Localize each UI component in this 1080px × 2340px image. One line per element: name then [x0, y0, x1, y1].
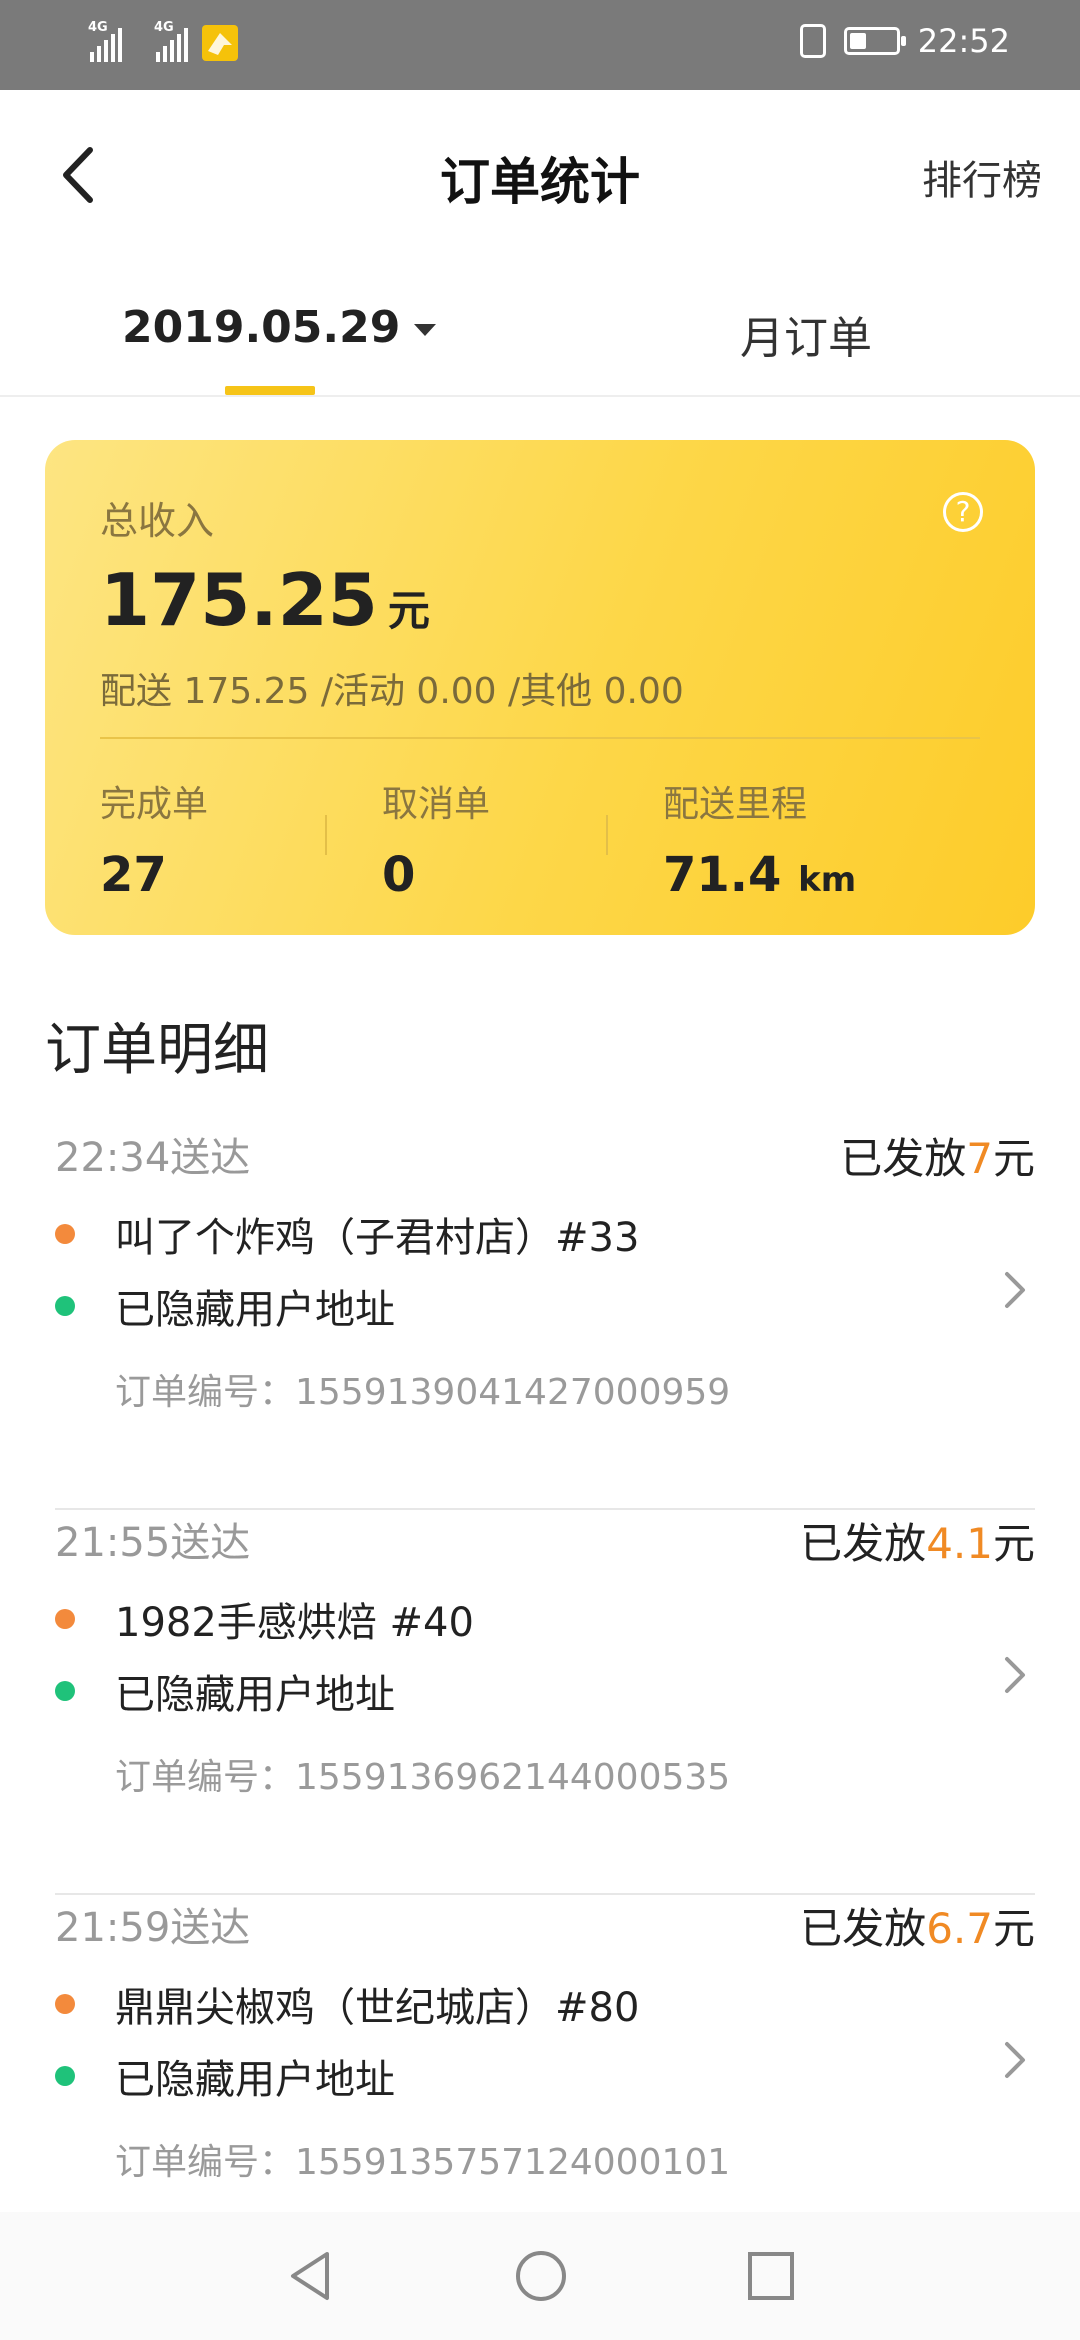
dropoff-dot-icon	[55, 1296, 75, 1316]
tab-date-label: 2019.05.29	[122, 302, 401, 353]
payout-amount: 6.7	[926, 1904, 993, 1953]
order-address: 已隐藏用户地址	[55, 1662, 395, 1720]
page-title: 订单统计	[440, 153, 640, 211]
stat-distance: 配送里程 71.4 km	[663, 775, 856, 903]
income-breakdown: 配送 175.25 /活动 0.00 /其他 0.00	[100, 671, 684, 712]
order-shop: 鼎鼎尖椒鸡（世纪城店）#80	[55, 1975, 639, 2033]
payout-amount: 4.1	[926, 1519, 993, 1568]
pickup-dot-icon	[55, 1609, 75, 1629]
dropoff-dot-icon	[55, 2066, 75, 2086]
signal-label: 4G	[154, 20, 174, 35]
card-divider	[100, 737, 980, 739]
tab-date-picker[interactable]: 2019.05.29	[122, 302, 437, 353]
stat-completed: 完成单 27	[100, 775, 208, 903]
pickup-dot-icon	[55, 1224, 75, 1244]
section-title: 订单明细	[45, 1018, 269, 1083]
battery-icon	[843, 27, 906, 55]
tab-monthly-orders[interactable]: 月订单	[740, 302, 872, 366]
order-time: 21:59送达	[55, 1905, 251, 1951]
leaderboard-link[interactable]: 排行榜	[922, 148, 1042, 206]
nav-header: 订单统计 排行榜	[0, 90, 1080, 260]
stat-label: 配送里程	[663, 784, 808, 825]
order-time: 22:34送达	[55, 1135, 251, 1181]
status-left: 4G 4G	[70, 20, 238, 62]
order-number: 订单编号：1559135757124000101	[115, 2142, 731, 2183]
order-address: 已隐藏用户地址	[55, 1277, 395, 1335]
order-number: 订单编号：1559136962144000535	[115, 1757, 731, 1798]
income-unit: 元	[387, 586, 430, 635]
stat-divider	[606, 815, 608, 855]
stat-value: 71.4 km	[663, 847, 857, 903]
stat-value: 0	[382, 847, 416, 903]
stat-cancelled: 取消单 0	[382, 775, 490, 903]
income-amount: 175.25 元	[100, 558, 430, 642]
order-time: 21:55送达	[55, 1520, 251, 1566]
clock: 22:52	[917, 22, 1010, 60]
stat-value: 27	[100, 847, 167, 903]
status-right: 22:52	[799, 22, 1010, 60]
signal-icon: 4G	[70, 20, 122, 62]
chevron-right-icon	[1005, 2042, 1025, 2078]
order-item[interactable]: 22:34送达 已发放7元 叫了个炸鸡（子君村店）#33 已隐藏用户地址 订单编…	[55, 1125, 1035, 1510]
pickup-dot-icon	[55, 1994, 75, 2014]
app-notification-icon	[202, 25, 238, 61]
order-payout: 已发放4.1元	[800, 1519, 1035, 1568]
dropoff-dot-icon	[55, 1681, 75, 1701]
order-payout: 已发放7元	[840, 1134, 1035, 1183]
tab-bar: 2019.05.29 月订单	[0, 260, 1080, 397]
stat-unit: km	[798, 860, 857, 900]
stat-label: 取消单	[382, 784, 491, 825]
nav-back-icon[interactable]	[285, 2248, 335, 2304]
income-label: 总收入	[100, 499, 215, 543]
active-tab-indicator	[225, 386, 315, 395]
nav-home-icon[interactable]	[513, 2248, 569, 2304]
order-number: 订单编号：1559139041427000959	[115, 1372, 731, 1413]
order-address: 已隐藏用户地址	[55, 2047, 395, 2105]
order-shop: 1982手感烘焙 #40	[55, 1590, 474, 1648]
nav-recents-icon[interactable]	[745, 2248, 797, 2304]
caret-down-icon	[414, 324, 437, 336]
order-shop: 叫了个炸鸡（子君村店）#33	[55, 1205, 639, 1263]
stat-label: 完成单	[100, 784, 209, 825]
help-icon[interactable]: ?	[943, 492, 983, 532]
order-payout: 已发放6.7元	[800, 1904, 1035, 1953]
signal-label: 4G	[88, 20, 108, 35]
chevron-right-icon	[1005, 1657, 1025, 1693]
chevron-right-icon	[1005, 1272, 1025, 1308]
stat-divider	[325, 815, 327, 855]
system-nav-bar	[0, 2212, 1080, 2340]
income-card: 总收入 ? 175.25 元 配送 175.25 /活动 0.00 /其他 0.0…	[45, 440, 1035, 935]
income-amount-value: 175.25	[100, 558, 378, 642]
signal-icon: 4G	[136, 20, 188, 62]
payout-amount: 7	[966, 1134, 993, 1183]
vibrate-icon	[799, 24, 826, 58]
order-item[interactable]: 21:55送达 已发放4.1元 1982手感烘焙 #40 已隐藏用户地址 订单编…	[55, 1510, 1035, 1895]
status-bar: 4G 4G 22:52	[0, 0, 1080, 90]
